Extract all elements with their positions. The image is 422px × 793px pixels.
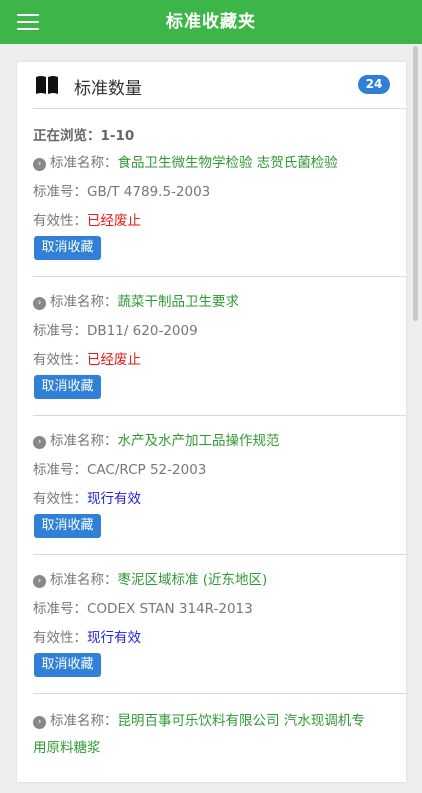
- list-item: › 标准名称：枣泥区域标准 (近东地区) 标准号：CODEX STAN 314R-…: [33, 554, 406, 694]
- list-item: › 标准名称：昆明百事可乐饮料有限公司 汽水现调机专 用原料糖浆: [33, 713, 365, 756]
- card-header: 标准数量 24: [33, 62, 406, 109]
- chevron-right-icon: ›: [33, 158, 46, 171]
- validity-status: 现行有效: [87, 491, 141, 507]
- list-item: › 标准名称：水产及水产加工品操作规范 标准号：CAC/RCP 52-2003 有…: [33, 415, 406, 555]
- chevron-right-icon: ›: [33, 575, 46, 588]
- standard-id: GB/T 4789.5-2003: [87, 184, 211, 200]
- standard-name[interactable]: 水产及水产加工品操作规范: [118, 433, 280, 449]
- chevron-right-icon: ›: [33, 436, 46, 449]
- list-item: › 标准名称：食品卫生微生物学检验 志贺氏菌检验 标准号：GB/T 4789.5-…: [33, 148, 406, 277]
- standard-count-title: 标准数量: [74, 79, 142, 99]
- chevron-right-icon: ›: [33, 716, 46, 729]
- cancel-favorite-button[interactable]: 取消收藏: [34, 375, 101, 399]
- standard-id: CAC/RCP 52-2003: [87, 462, 207, 478]
- browsing-range: 正在浏览：1-10: [33, 128, 135, 144]
- standard-name[interactable]: 枣泥区域标准 (近东地区): [118, 572, 268, 588]
- standard-name[interactable]: 蔬菜干制品卫生要求: [118, 294, 240, 310]
- standard-name[interactable]: 昆明百事可乐饮料有限公司 汽水现调机专: [118, 713, 365, 729]
- standard-name[interactable]: 食品卫生微生物学检验 志贺氏菌检验: [118, 155, 338, 171]
- chevron-right-icon: ›: [33, 297, 46, 310]
- book-icon: [36, 76, 58, 94]
- list-item: › 标准名称：蔬菜干制品卫生要求 标准号：DB11/ 620-2009 有效性：已…: [33, 276, 406, 416]
- page-title: 标准收藏夹: [166, 12, 256, 32]
- favorites-card: 标准数量 24 正在浏览：1-10 › 标准名称：食品卫生微生物学检验 志贺氏菌检…: [17, 62, 406, 782]
- standard-id: DB11/ 620-2009: [87, 323, 198, 339]
- scrollbar[interactable]: [413, 46, 418, 321]
- cancel-favorite-button[interactable]: 取消收藏: [34, 653, 101, 677]
- validity-status: 已经废止: [87, 352, 141, 368]
- top-app-bar: 标准收藏夹: [0, 0, 422, 44]
- standard-name-continued[interactable]: 用原料糖浆: [33, 740, 101, 756]
- cancel-favorite-button[interactable]: 取消收藏: [34, 236, 101, 260]
- standard-id: CODEX STAN 314R-2013: [87, 601, 253, 617]
- validity-status: 现行有效: [87, 630, 141, 646]
- validity-status: 已经废止: [87, 213, 141, 229]
- count-badge: 24: [358, 75, 390, 94]
- cancel-favorite-button[interactable]: 取消收藏: [34, 514, 101, 538]
